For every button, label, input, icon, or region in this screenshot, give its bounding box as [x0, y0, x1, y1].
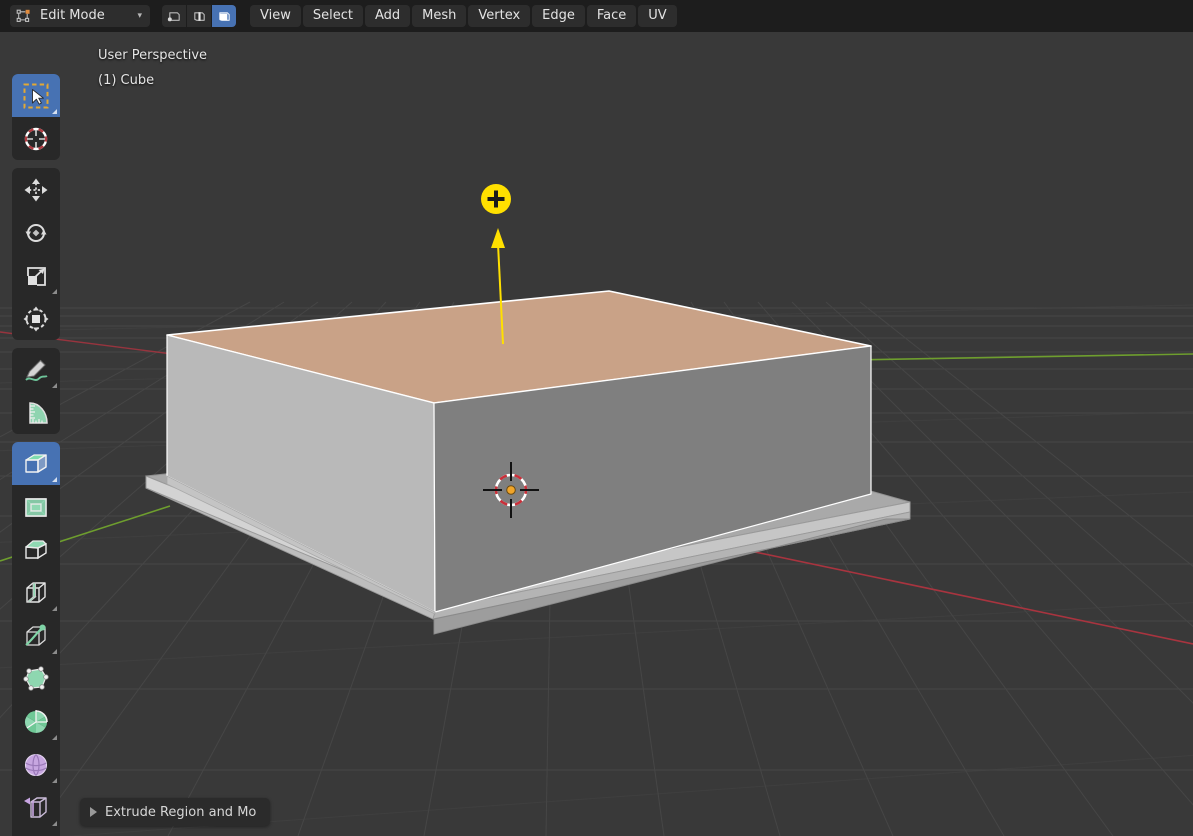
spin-icon: [25, 709, 48, 733]
annotate-icon: [25, 359, 48, 381]
transform-icon: [23, 306, 49, 331]
inset-faces-tool[interactable]: [12, 485, 60, 528]
measure-icon: [29, 401, 48, 424]
tool-variant-corner-icon: [52, 649, 57, 654]
rotate-tool[interactable]: [12, 211, 60, 254]
menu-face[interactable]: Face: [586, 5, 637, 27]
tool-variant-corner-icon: [52, 289, 57, 294]
mesh-select-mode-group: [162, 5, 236, 27]
menu-add[interactable]: Add: [364, 5, 411, 27]
shear-tool[interactable]: [12, 786, 60, 829]
interaction-mode-label: Edit Mode: [40, 8, 105, 23]
tool-variant-corner-icon: [52, 109, 57, 114]
scale-icon: [27, 266, 46, 286]
cursor-tool[interactable]: [12, 117, 60, 160]
menu-mesh[interactable]: Mesh: [412, 5, 467, 27]
tool-group-mesh-edit: [12, 442, 60, 836]
menu-vertex[interactable]: Vertex: [468, 5, 531, 27]
knife-icon: [25, 624, 46, 646]
tweak-select-box-tool[interactable]: [12, 74, 60, 117]
blender-window: Edit Mode ▾ View Select Add Mesh Vertex …: [0, 0, 1193, 836]
loop-cut-icon: [25, 581, 46, 603]
tool-variant-corner-icon: [52, 606, 57, 611]
poly-build-icon: [23, 665, 49, 691]
interaction-mode-selector[interactable]: Edit Mode ▾: [10, 5, 150, 27]
menu-uv[interactable]: UV: [638, 5, 677, 27]
loop-cut-tool[interactable]: [12, 571, 60, 614]
extrude-region-icon: [25, 453, 47, 473]
spin-tool[interactable]: [12, 700, 60, 743]
edge-select-mode-button[interactable]: [187, 5, 211, 27]
viewport-header: Edit Mode ▾ View Select Add Mesh Vertex …: [0, 0, 1193, 32]
rotate-icon: [25, 223, 47, 242]
tool-variant-corner-icon: [52, 383, 57, 388]
tool-group-transform: [12, 168, 60, 340]
move-tool[interactable]: [12, 168, 60, 211]
chevron-down-icon: ▾: [137, 11, 142, 21]
rip-region-tool[interactable]: [12, 829, 60, 836]
smooth-tool[interactable]: [12, 743, 60, 786]
viewport-toolbar: [12, 74, 60, 836]
face-select-mode-button[interactable]: [212, 5, 236, 27]
menu-view[interactable]: View: [250, 5, 301, 27]
tool-group-select: [12, 74, 60, 160]
tool-variant-corner-icon: [52, 735, 57, 740]
poly-build-tool[interactable]: [12, 657, 60, 700]
vertex-select-mode-button[interactable]: [162, 5, 186, 27]
menu-select[interactable]: Select: [302, 5, 363, 27]
annotate-tool[interactable]: [12, 348, 60, 391]
operator-redo-panel[interactable]: Extrude Region and Mo: [80, 798, 271, 826]
tool-variant-corner-icon: [52, 477, 57, 482]
viewport-canvas: [0, 32, 1193, 836]
inset-faces-icon: [25, 497, 47, 517]
scale-tool[interactable]: [12, 254, 60, 297]
tool-variant-corner-icon: [52, 778, 57, 783]
select-box-icon: [23, 83, 49, 108]
shear-icon: [24, 796, 47, 818]
transform-tool[interactable]: [12, 297, 60, 340]
menu-edge[interactable]: Edge: [532, 5, 585, 27]
tool-variant-corner-icon: [52, 821, 57, 826]
tool-group-annotate: [12, 348, 60, 434]
operator-name-label: Extrude Region and Mo: [105, 804, 257, 820]
knife-tool[interactable]: [12, 614, 60, 657]
move-icon: [24, 178, 48, 201]
edit-mode-icon: [16, 9, 30, 22]
cursor-icon: [24, 127, 48, 150]
edge-select-icon: [193, 11, 205, 21]
smooth-icon: [24, 753, 48, 776]
vertex-select-icon: [167, 11, 180, 21]
face-select-icon: [218, 11, 230, 21]
bevel-tool[interactable]: [12, 528, 60, 571]
header-menu-bar: View Select Add Mesh Vertex Edge Face UV: [250, 5, 677, 27]
bevel-icon: [25, 539, 47, 559]
extrude-region-tool[interactable]: [12, 442, 60, 485]
expand-triangle-icon: [90, 807, 97, 817]
3d-viewport[interactable]: User Perspective (1) Cube Extrude Region…: [0, 32, 1193, 836]
measure-tool[interactable]: [12, 391, 60, 434]
